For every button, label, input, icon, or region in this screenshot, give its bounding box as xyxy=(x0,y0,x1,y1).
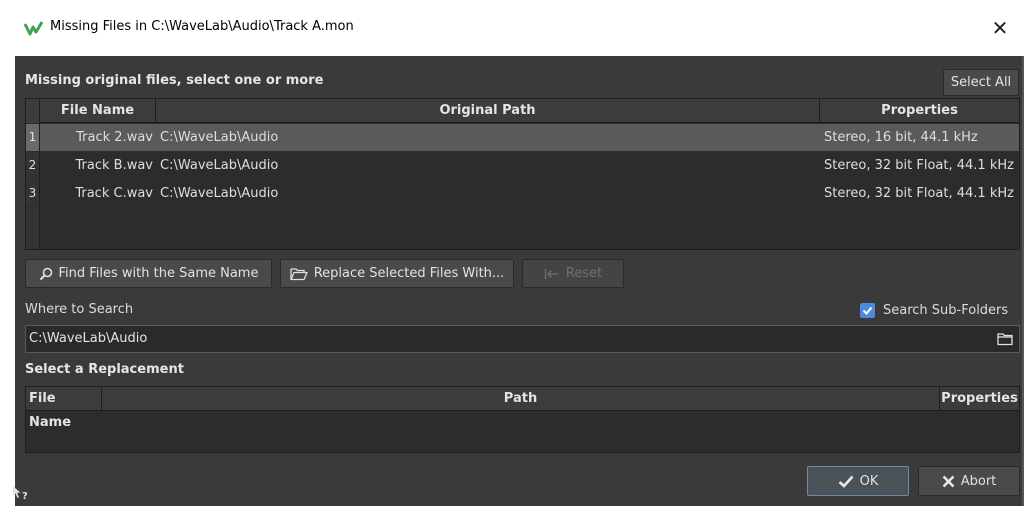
column-header-file-name[interactable]: File Name xyxy=(40,99,156,123)
abort-label: Abort xyxy=(960,473,997,489)
dialog-body: Missing original files, select one or mo… xyxy=(13,56,1024,506)
folder-icon[interactable] xyxy=(997,332,1013,346)
svg-text:?: ? xyxy=(22,491,28,502)
window-titlebar: Missing Files in C:\WaveLab\Audio\Track … xyxy=(0,0,1024,56)
column-header-path[interactable]: Path xyxy=(102,387,940,411)
where-to-search-label: Where to Search xyxy=(25,302,134,317)
find-same-name-button[interactable]: Find Files with the Same Name xyxy=(25,259,272,288)
replacement-table-header: File Name Path Properties xyxy=(26,387,1019,430)
select-all-button[interactable]: Select All xyxy=(943,69,1019,96)
row-index: 2 xyxy=(26,152,40,179)
folder-open-icon xyxy=(290,267,308,280)
table-row[interactable]: 1 Track 2.wav C:\WaveLab\Audio Stereo, 1… xyxy=(26,124,1019,151)
row-number-header xyxy=(26,99,40,123)
row-index-gutter xyxy=(26,208,40,249)
properties-cell: Stereo, 32 bit Float, 44.1 kHz xyxy=(824,186,1014,201)
replacement-table: File Name Path Properties xyxy=(25,386,1020,453)
reset-button[interactable]: Reset xyxy=(522,259,624,288)
missing-files-heading: Missing original files, select one or mo… xyxy=(25,73,324,88)
select-all-label: Select All xyxy=(950,75,1012,90)
ok-label: OK xyxy=(859,473,879,489)
path-cell: C:\WaveLab\Audio xyxy=(160,130,279,145)
replace-selected-button[interactable]: Replace Selected Files With... xyxy=(280,259,514,288)
row-index: 1 xyxy=(26,124,40,151)
missing-files-table: File Name Original Path Properties 1 Tra… xyxy=(25,98,1020,250)
column-header-properties[interactable]: Properties xyxy=(820,99,1019,123)
column-header-original-path[interactable]: Original Path xyxy=(156,99,820,123)
replace-selected-label: Replace Selected Files With... xyxy=(313,266,505,281)
search-subfolders-label: Search Sub-Folders xyxy=(883,302,1009,318)
column-header-properties[interactable]: Properties xyxy=(940,387,1019,411)
wavelab-logo-icon xyxy=(23,21,44,36)
reset-arrow-icon xyxy=(544,268,558,279)
window-title: Missing Files in C:\WaveLab\Audio\Track … xyxy=(50,19,354,34)
find-same-name-label: Find Files with the Same Name xyxy=(58,266,259,281)
table-row[interactable]: 3 Track C.wav C:\WaveLab\Audio Stereo, 3… xyxy=(26,180,1019,207)
whats-this-help-icon[interactable]: ? xyxy=(11,484,31,502)
search-path-field[interactable]: C:\WaveLab\Audio xyxy=(25,325,1020,353)
missing-table-header: File Name Original Path Properties xyxy=(26,99,1019,123)
x-icon xyxy=(942,475,955,487)
reset-label: Reset xyxy=(565,266,603,281)
check-icon xyxy=(862,306,873,315)
close-button[interactable]: ✕ xyxy=(986,14,1014,42)
search-subfolders-checkbox[interactable]: Search Sub-Folders xyxy=(860,301,1008,319)
path-cell: C:\WaveLab\Audio xyxy=(160,158,279,173)
file-name-cell: Track 2.wav xyxy=(76,130,153,145)
properties-cell: Stereo, 16 bit, 44.1 kHz xyxy=(824,130,978,145)
row-index: 3 xyxy=(26,180,40,207)
select-replacement-heading: Select a Replacement xyxy=(25,362,184,377)
search-path-value: C:\WaveLab\Audio xyxy=(29,331,148,346)
column-header-file-name[interactable]: File Name xyxy=(26,387,102,430)
ok-button[interactable]: OK xyxy=(807,466,909,496)
abort-button[interactable]: Abort xyxy=(918,466,1020,496)
table-row[interactable]: 2 Track B.wav C:\WaveLab\Audio Stereo, 3… xyxy=(26,152,1019,179)
checkmark-icon xyxy=(838,475,854,488)
path-cell: C:\WaveLab\Audio xyxy=(160,186,279,201)
file-name-cell: Track B.wav xyxy=(75,158,154,173)
properties-cell: Stereo, 32 bit Float, 44.1 kHz xyxy=(824,158,1014,173)
checkbox-checked[interactable] xyxy=(860,302,875,318)
magnifier-icon xyxy=(39,267,52,280)
file-name-cell: Track C.wav xyxy=(75,186,153,201)
